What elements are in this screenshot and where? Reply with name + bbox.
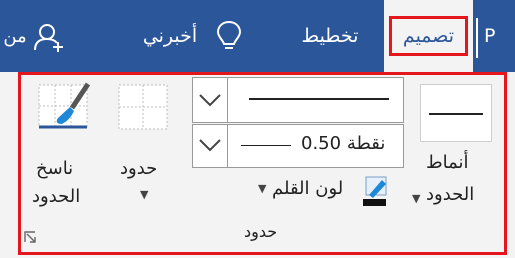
border-painter-button[interactable]: ناسخ الحدود <box>28 78 100 218</box>
pen-weight-dropdown[interactable]: 0.50 نقطة <box>192 124 404 168</box>
tab-tell-me[interactable]: أخبرني <box>128 0 212 72</box>
border-styles-label-1: أنماط <box>426 152 469 173</box>
pen-color-icon <box>363 176 387 206</box>
pen-color-dropdown-arrow-icon: ▼ <box>258 182 267 195</box>
borders-group-label: حدود <box>244 222 278 241</box>
border-styles-line-icon <box>429 113 483 115</box>
pen-weight-chevron <box>193 125 228 167</box>
border-painter-label-1: ناسخ <box>36 158 74 179</box>
tab-partial-right[interactable]: P <box>484 0 515 72</box>
dialog-launcher-icon[interactable] <box>23 230 37 244</box>
tab-layout[interactable]: تخطيط <box>285 0 375 72</box>
pen-color-button[interactable]: ▼ لون القلم <box>236 172 404 212</box>
borders-button[interactable]: حدود ▼ <box>112 80 182 206</box>
border-styles-label-2: الحدود <box>426 184 475 205</box>
line-style-chevron <box>193 78 228 122</box>
border-painter-icon <box>38 82 91 129</box>
lightbulb-icon[interactable] <box>216 20 242 52</box>
tab-share-partial[interactable]: من <box>0 0 30 72</box>
tab-separator <box>476 18 478 58</box>
line-style-preview <box>249 98 389 100</box>
border-painter-label-2: الحدود <box>32 186 81 207</box>
borders-grid-icon <box>118 84 168 130</box>
tab-design-highlight <box>389 16 468 56</box>
borders-button-label: حدود <box>120 158 158 179</box>
pen-color-label: لون القلم <box>272 178 344 199</box>
line-style-dropdown[interactable] <box>192 77 404 123</box>
border-styles-button[interactable]: أنماط ▼ الحدود <box>408 78 502 218</box>
borders-dropdown-arrow-icon: ▼ <box>140 188 149 201</box>
border-styles-dropdown-arrow-icon: ▼ <box>412 192 421 205</box>
tab-tell-me-label: أخبرني <box>142 25 198 47</box>
ribbon-tab-bar: من أخبرني تخطيط تصميم P <box>0 0 515 72</box>
pen-weight-preview <box>241 145 291 146</box>
border-styles-preview <box>420 84 492 142</box>
chevron-down-icon <box>199 94 221 107</box>
chevron-down-icon <box>199 139 221 152</box>
tab-partial-right-label: P <box>484 25 496 47</box>
tab-layout-label: تخطيط <box>301 25 359 47</box>
pen-weight-value: 0.50 نقطة <box>301 133 386 154</box>
person-add-icon[interactable] <box>30 22 64 52</box>
tab-share-label: من <box>3 25 27 47</box>
